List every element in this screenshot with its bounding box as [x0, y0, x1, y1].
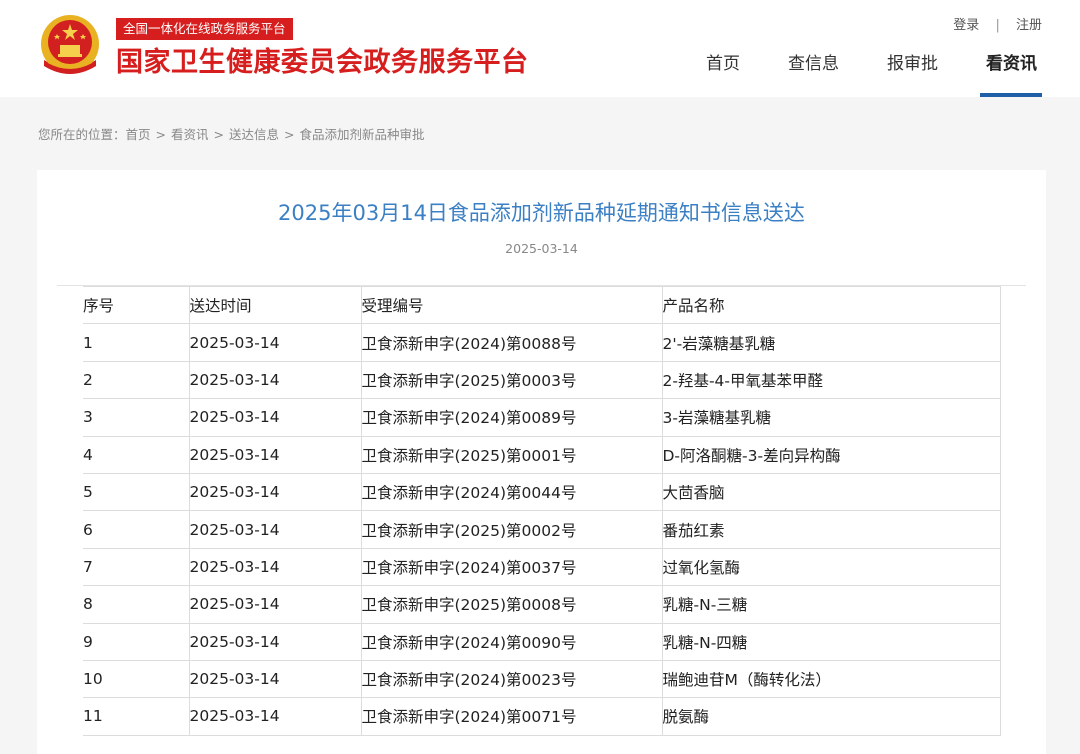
table-header-cell: 序号: [83, 285, 190, 325]
table-cell: 2025-03-14: [188, 472, 362, 512]
table-cell: 卫食添新申字(2025)第0003号: [360, 360, 663, 400]
table-cell: 8: [83, 585, 190, 624]
delivery-table: 序号 送达时间 受理编号 产品名称 1 2025-03-14 卫食添新申字(20…: [83, 285, 1001, 736]
article-card: 2025年03月14日食品添加剂新品种延期通知书信息送达 2025-03-14 …: [37, 170, 1046, 754]
table-cell: 脱氨酶: [661, 697, 1001, 736]
nav-item-query-info[interactable]: 查信息: [788, 52, 839, 99]
breadcrumb-item-current[interactable]: 食品添加剂新品种审批: [300, 124, 425, 143]
breadcrumb-item-news[interactable]: 看资讯: [171, 124, 209, 143]
table-row: 10 2025-03-14 卫食添新申字(2024)第0023号 瑞鲍迪苷M（酶…: [83, 659, 1001, 699]
table-cell: 2025-03-14: [188, 697, 362, 736]
table-cell: 2'-岩藻糖基乳糖: [661, 323, 1001, 362]
table-cell: 卫食添新申字(2024)第0088号: [360, 323, 663, 362]
breadcrumb-separator: >: [213, 127, 225, 142]
table-cell: 番茄红素: [661, 510, 1001, 549]
table-cell: 卫食添新申字(2024)第0023号: [360, 659, 663, 699]
table-cell: 2: [83, 360, 190, 400]
table-cell: 2025-03-14: [188, 585, 362, 624]
slogan-badge: 全国一体化在线政务服务平台: [116, 18, 293, 40]
table-cell: 2025-03-14: [188, 622, 362, 661]
table-cell: 2025-03-14: [188, 547, 362, 587]
table-cell: 卫食添新申字(2025)第0001号: [360, 435, 663, 474]
table-cell: 7: [83, 547, 190, 587]
account-divider: |: [995, 18, 1000, 33]
site-title[interactable]: 国家卫生健康委员会政务服务平台: [116, 44, 529, 82]
register-link[interactable]: 注册: [1016, 14, 1042, 33]
table-cell: 2025-03-14: [188, 659, 362, 699]
table-cell: 2025-03-14: [188, 323, 362, 362]
table-cell: 2025-03-14: [188, 398, 362, 437]
table-cell: 卫食添新申字(2024)第0071号: [360, 697, 663, 736]
table-cell: 10: [83, 659, 190, 699]
breadcrumb-separator: >: [284, 127, 295, 142]
table-cell: 9: [83, 622, 190, 661]
article-title: 2025年03月14日食品添加剂新品种延期通知书信息送达: [278, 201, 805, 225]
table-row: 3 2025-03-14 卫食添新申字(2024)第0089号 3-岩藻糖基乳糖: [83, 398, 1001, 437]
table-cell: 卫食添新申字(2025)第0002号: [360, 510, 663, 549]
national-emblem-logo[interactable]: [38, 12, 102, 80]
breadcrumb-item-home[interactable]: 首页: [126, 124, 151, 143]
table-cell: 2025-03-14: [188, 435, 362, 474]
table-cell: 过氧化氢酶: [661, 547, 1001, 587]
table-cell: 卫食添新申字(2024)第0089号: [360, 398, 663, 437]
table-cell: 卫食添新申字(2024)第0090号: [360, 622, 663, 661]
table-cell: 乳糖-N-四糖: [661, 622, 1001, 661]
table-cell: 2025-03-14: [188, 510, 362, 549]
table-cell: 卫食添新申字(2024)第0037号: [360, 547, 663, 587]
breadcrumb-item-delivery-info[interactable]: 送达信息: [229, 124, 279, 143]
table-row: 1 2025-03-14 卫食添新申字(2024)第0088号 2'-岩藻糖基乳…: [83, 323, 1001, 362]
table-cell: 瑞鲍迪苷M（酶转化法）: [661, 659, 1001, 699]
nav-active-indicator: [980, 93, 1042, 97]
table-cell: 乳糖-N-三糖: [661, 585, 1001, 624]
breadcrumb: 您所在的位置：首页 > 看资讯 > 送达信息 > 食品添加剂新品种审批: [38, 124, 425, 143]
table-cell: 大茴香脑: [661, 472, 1001, 512]
table-header-cell: 产品名称: [661, 285, 1001, 325]
table-cell: 2025-03-14: [188, 360, 362, 400]
table-row: 2 2025-03-14 卫食添新申字(2025)第0003号 2-羟基-4-甲…: [83, 360, 1001, 400]
table-cell: 卫食添新申字(2025)第0008号: [360, 585, 663, 624]
table-row: 7 2025-03-14 卫食添新申字(2024)第0037号 过氧化氢酶: [83, 547, 1001, 587]
table-row: 6 2025-03-14 卫食添新申字(2025)第0002号 番茄红素: [83, 510, 1001, 549]
table-cell: 2-羟基-4-甲氧基苯甲醛: [661, 360, 1001, 400]
table-row: 9 2025-03-14 卫食添新申字(2024)第0090号 乳糖-N-四糖: [83, 622, 1001, 661]
table-cell: 3-岩藻糖基乳糖: [661, 398, 1001, 437]
login-link[interactable]: 登录: [953, 14, 979, 33]
table-cell: 4: [83, 435, 190, 474]
table-cell: 11: [83, 697, 190, 736]
table-row: 8 2025-03-14 卫食添新申字(2025)第0008号 乳糖-N-三糖: [83, 585, 1001, 624]
table-cell: 5: [83, 472, 190, 512]
table-cell: 3: [83, 398, 190, 437]
article-date: 2025-03-14: [505, 241, 578, 256]
table-header-cell: 受理编号: [360, 285, 663, 325]
nav-item-home[interactable]: 首页: [706, 52, 740, 99]
breadcrumb-separator: >: [155, 127, 167, 142]
table-header-cell: 送达时间: [188, 285, 362, 325]
table-header-row: 序号 送达时间 受理编号 产品名称: [83, 285, 1001, 325]
table-row: 5 2025-03-14 卫食添新申字(2024)第0044号 大茴香脑: [83, 472, 1001, 512]
table-row: 4 2025-03-14 卫食添新申字(2025)第0001号 D-阿洛酮糖-3…: [83, 435, 1001, 474]
table-cell: 6: [83, 510, 190, 549]
nav-item-news[interactable]: 看资讯: [986, 52, 1037, 99]
table-row: 11 2025-03-14 卫食添新申字(2024)第0071号 脱氨酶: [83, 697, 1001, 736]
table-cell: 卫食添新申字(2024)第0044号: [360, 472, 663, 512]
table-cell: D-阿洛酮糖-3-差向异构酶: [661, 435, 1001, 474]
account-links: 登录 | 注册: [953, 14, 1042, 33]
site-header: 全国一体化在线政务服务平台 国家卫生健康委员会政务服务平台 登录 | 注册 首页…: [0, 0, 1080, 97]
nav-item-apply-approval[interactable]: 报审批: [887, 52, 938, 99]
breadcrumb-prefix: 您所在的位置：: [38, 127, 126, 142]
table-cell: 1: [83, 323, 190, 362]
